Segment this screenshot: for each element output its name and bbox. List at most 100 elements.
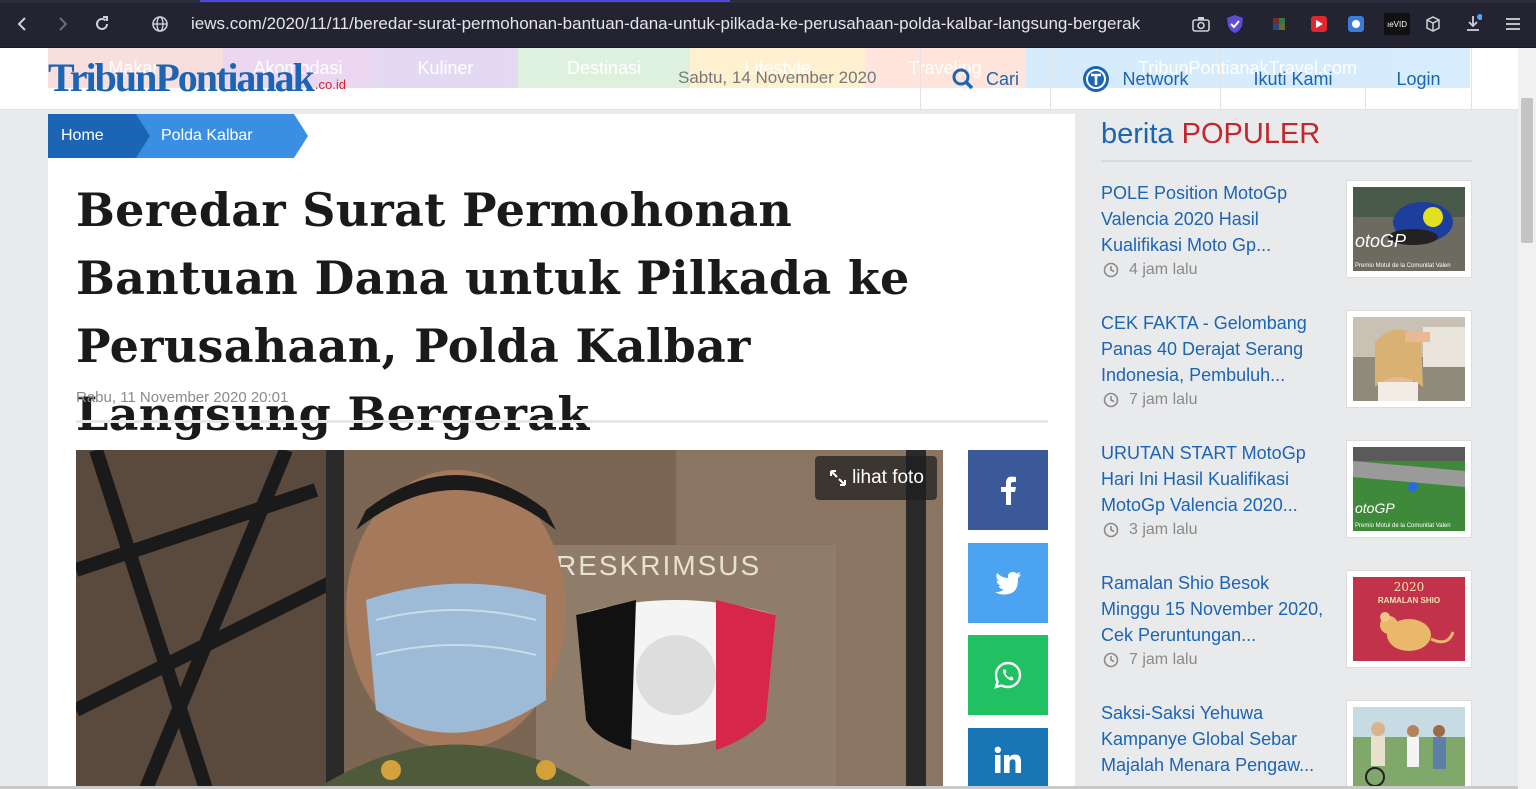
- svg-text:RAMALAN SHIO: RAMALAN SHIO: [1378, 596, 1440, 605]
- view-photo-button[interactable]: lihat foto: [815, 456, 937, 500]
- login-button[interactable]: Login: [1365, 48, 1472, 110]
- active-tab-indicator: [200, 0, 730, 2]
- svg-text:otoGP: otoGP: [1355, 500, 1395, 516]
- page-scrollbar[interactable]: [1518, 48, 1536, 789]
- reload-icon: [96, 16, 108, 30]
- share-whatsapp-button[interactable]: [968, 635, 1048, 715]
- article-date: Rabu, 11 November 2020 20:01: [76, 389, 289, 406]
- header-date: Sabtu, 14 November 2020: [678, 68, 877, 87]
- article-card: Home Polda Kalbar Beredar Surat Permohon…: [48, 114, 1075, 789]
- camera-icon[interactable]: [1190, 13, 1212, 35]
- article-photo[interactable]: RESKRIMSUS lihat foto: [76, 450, 943, 789]
- clock-icon: [1103, 522, 1119, 538]
- ghost-menu-item: Destinasi: [518, 48, 690, 88]
- clock-icon: [1103, 392, 1119, 408]
- share-twitter-button[interactable]: [968, 543, 1048, 623]
- popular-item[interactable]: POLE Position MotoGp Valencia 2020 Hasil…: [1101, 180, 1472, 280]
- popular-item-title[interactable]: Saksi-Saksi Yehuwa Kampanye Global Sebar…: [1101, 700, 1326, 778]
- menu-icon[interactable]: [1502, 13, 1524, 35]
- time-label: 7 jam lalu: [1129, 391, 1198, 408]
- popular-item-time: 3 jam lalu: [1103, 521, 1197, 539]
- view-photo-label: lihat foto: [852, 467, 924, 488]
- download-icon[interactable]: [1462, 13, 1484, 35]
- woman-in-heat-image: [1353, 317, 1465, 401]
- search-icon: [952, 68, 974, 90]
- follow-button[interactable]: Ikuti Kami: [1220, 48, 1365, 110]
- time-label: 4 jam lalu: [1129, 261, 1198, 278]
- motogp-rider-image: otoGP Premio Motul de la Comunitat Valen: [1353, 187, 1465, 271]
- sidebar-divider: [1101, 160, 1472, 162]
- facebook-icon: [1001, 476, 1016, 505]
- browser-toolbar: iews.com/2020/11/11/beredar-surat-permoh…: [0, 0, 1536, 48]
- ghost-menu-item: Kuliner: [373, 48, 518, 88]
- popular-item[interactable]: Saksi-Saksi Yehuwa Kampanye Global Sebar…: [1101, 700, 1472, 789]
- popular-item-time: 7 jam lalu: [1103, 651, 1197, 669]
- sidebar-title-highlight: POPULER: [1181, 118, 1321, 150]
- popular-item-time: 7 jam lalu: [1103, 391, 1197, 409]
- share-facebook-button[interactable]: [968, 450, 1048, 530]
- police-officer-photo: RESKRIMSUS: [76, 450, 943, 789]
- sidebar-title: berita POPULER: [1101, 118, 1320, 151]
- video-extension-icon[interactable]: ıeVID: [1384, 13, 1410, 35]
- breadcrumb-category[interactable]: Polda Kalbar: [136, 114, 308, 158]
- puzzle-icon[interactable]: [1422, 13, 1444, 35]
- popular-item-title[interactable]: Ramalan Shio Besok Minggu 15 November 20…: [1101, 570, 1326, 648]
- popular-item[interactable]: URUTAN START MotoGp Hari Ini Hasil Kuali…: [1101, 440, 1472, 540]
- breadcrumb-home[interactable]: Home: [48, 114, 150, 158]
- cube-extension-icon[interactable]: [1268, 13, 1290, 35]
- popular-item[interactable]: CEK FAKTA - Gelombang Panas 40 Derajat S…: [1101, 310, 1472, 410]
- svg-text:Premio Motul de la Comunitat V: Premio Motul de la Comunitat Valen: [1355, 523, 1451, 529]
- popular-item-thumbnail[interactable]: 2020 RAMALAN SHIO: [1346, 570, 1472, 668]
- follow-label: Ikuti Kami: [1253, 68, 1333, 89]
- popular-item-thumbnail[interactable]: otoGP Premio Motul de la Comunitat Valen: [1346, 180, 1472, 278]
- network-button[interactable]: Network: [1050, 48, 1220, 110]
- logo-tld: .co.id: [314, 77, 346, 92]
- svg-text:otoGP: otoGP: [1355, 231, 1406, 251]
- search-label: Cari: [985, 68, 1019, 89]
- popular-item-title[interactable]: POLE Position MotoGp Valencia 2020 Hasil…: [1101, 180, 1326, 258]
- forward-button[interactable]: [47, 9, 77, 39]
- clock-icon: [1103, 652, 1119, 668]
- site-header: Makan Akomodasi Kuliner Destinasi Lifest…: [0, 48, 1536, 110]
- motogp-track-image: otoGP Premio Motul de la Comunitat Valen: [1353, 447, 1465, 531]
- popular-item-title[interactable]: URUTAN START MotoGp Hari Ini Hasil Kuali…: [1101, 440, 1326, 518]
- forward-arrow-icon: [59, 17, 68, 31]
- tribun-network-icon: [1082, 65, 1110, 93]
- twitter-icon: [995, 572, 1021, 595]
- breadcrumb: Home Polda Kalbar: [48, 114, 308, 158]
- popular-item-thumbnail[interactable]: [1346, 700, 1472, 789]
- play-extension-icon[interactable]: [1308, 13, 1330, 35]
- article-title: Beredar Surat Permohonan Bantuan Dana un…: [76, 183, 910, 441]
- svg-text:Premio Motul de la Comunitat V: Premio Motul de la Comunitat Valen: [1355, 263, 1451, 269]
- shield-extension-icon[interactable]: [1224, 13, 1246, 35]
- people-outdoors-image: [1353, 707, 1465, 789]
- svg-text:2020: 2020: [1394, 580, 1425, 594]
- square-extension-icon[interactable]: [1345, 13, 1367, 35]
- popular-item-thumbnail[interactable]: otoGP Premio Motul de la Comunitat Valen: [1346, 440, 1472, 538]
- back-button[interactable]: [8, 9, 38, 39]
- network-label: Network: [1122, 68, 1189, 89]
- popular-item-thumbnail[interactable]: [1346, 310, 1472, 408]
- search-button[interactable]: Cari: [920, 48, 1050, 110]
- site-logo[interactable]: TribunPontianak .co.id: [48, 54, 346, 102]
- login-label: Login: [1396, 68, 1441, 89]
- reload-button[interactable]: [87, 9, 117, 39]
- popular-item[interactable]: Ramalan Shio Besok Minggu 15 November 20…: [1101, 570, 1472, 670]
- share-linkedin-button[interactable]: [968, 728, 1048, 789]
- back-arrow-icon: [17, 17, 26, 31]
- divider: [76, 420, 1048, 423]
- scrollbar-thumb[interactable]: [1521, 98, 1533, 243]
- clock-icon: [1103, 262, 1119, 278]
- expand-icon: [828, 468, 848, 488]
- url-text: iews.com/2020/11/11/beredar-surat-permoh…: [191, 14, 1141, 33]
- address-bar[interactable]: iews.com/2020/11/11/beredar-surat-permoh…: [143, 7, 1193, 41]
- sidebar-title-prefix: berita: [1101, 118, 1174, 150]
- logo-name: TribunPontianak: [48, 55, 315, 100]
- chinese-zodiac-image: 2020 RAMALAN SHIO: [1353, 577, 1465, 661]
- popular-item-title[interactable]: CEK FAKTA - Gelombang Panas 40 Derajat S…: [1101, 310, 1326, 388]
- popular-news-sidebar: berita POPULER POLE Position MotoGp Vale…: [1088, 114, 1472, 789]
- popular-item-time: 4 jam lalu: [1103, 261, 1197, 279]
- time-label: 3 jam lalu: [1129, 521, 1198, 538]
- whatsapp-icon: [994, 661, 1022, 689]
- time-label: 7 jam lalu: [1129, 651, 1198, 668]
